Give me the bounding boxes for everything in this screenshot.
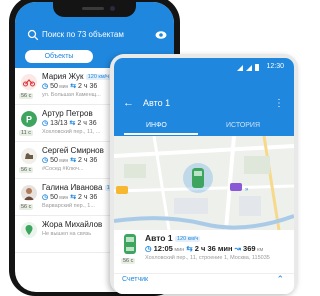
object-name: Сергей Смирнов bbox=[42, 146, 104, 155]
object-name: Жора Михайлов bbox=[42, 220, 103, 229]
parking-icon: P bbox=[21, 111, 37, 127]
tab-history[interactable]: ИСТОРИЯ bbox=[226, 122, 260, 129]
object-info: ◷ 50 мин ⇆ 2 ч 36 bbox=[42, 194, 98, 201]
active-tab-indicator bbox=[124, 133, 198, 135]
tab-objects[interactable]: Объекты bbox=[25, 50, 93, 63]
motorcycle-icon bbox=[21, 74, 37, 90]
phone-notch bbox=[53, 2, 136, 17]
object-info: ◷ 13/13 ⇆ 2 ч 36 bbox=[42, 120, 97, 127]
object-name: Галина Иванова 120 bbox=[42, 183, 118, 192]
object-detail-screen: 12:30 ← Авто 1 ⋮ ИНФО ИСТОРИЯ » 56 с Авт… bbox=[114, 58, 294, 294]
chevron-up-icon[interactable]: ⌃ bbox=[276, 274, 284, 285]
age-badge: 56 с bbox=[19, 93, 34, 99]
dog-icon bbox=[21, 148, 37, 164]
back-arrow-icon[interactable]: ← bbox=[123, 97, 134, 109]
object-address: Хохловский пер., 11, ... bbox=[42, 129, 101, 135]
age-badge: 56 с bbox=[19, 204, 34, 210]
vehicle-marker bbox=[192, 168, 204, 188]
eye-icon[interactable] bbox=[155, 30, 167, 40]
object-name: Авто 1 120 км/ч bbox=[145, 233, 201, 243]
age-badge: 11 с bbox=[19, 130, 33, 136]
object-card[interactable]: 56 с Авто 1 120 км/ч ◷ 12:05 мин ⇆ 2 ч 3… bbox=[114, 230, 294, 294]
status-time: 12:30 bbox=[266, 63, 284, 70]
age-badge: 56 с bbox=[19, 167, 34, 173]
tab-info[interactable]: ИНФО bbox=[146, 122, 167, 129]
speed-badge: 120 км/ч bbox=[85, 74, 112, 80]
counter-section[interactable]: Счетчик bbox=[122, 276, 148, 283]
divider bbox=[114, 273, 294, 274]
car-icon bbox=[124, 234, 136, 254]
search-icon bbox=[27, 29, 39, 41]
vehicle-marker bbox=[116, 186, 128, 194]
front-camera bbox=[110, 6, 115, 11]
map-view[interactable]: » bbox=[114, 136, 294, 230]
speaker-grille bbox=[82, 7, 104, 10]
object-tags: #Сосед #Ключ... bbox=[42, 166, 84, 172]
speed-badge: 120 км/ч bbox=[174, 236, 201, 242]
object-name: Артур Петров bbox=[42, 109, 93, 118]
status-icons bbox=[237, 64, 259, 71]
location-pin-icon bbox=[21, 222, 37, 238]
age-badge: 56 с bbox=[121, 258, 136, 264]
object-address: Хохловский пер., 11, строение 1, Москва,… bbox=[145, 255, 270, 261]
object-info: ◷ 50 мин ⇆ 2 ч 36 bbox=[42, 157, 98, 164]
more-vert-icon[interactable]: ⋮ bbox=[274, 98, 284, 109]
object-status: Не вышел на связь bbox=[42, 231, 92, 237]
object-address: ул. Большая Каменщ... bbox=[42, 92, 101, 98]
object-info: ◷ 50 мин ⇆ 2 ч 36 bbox=[42, 83, 98, 90]
object-stats: ◷ 12:05 мин ⇆ 2 ч 36 мин ↝ 369 км bbox=[145, 244, 264, 253]
search-bar[interactable]: Поиск по 73 объектам bbox=[27, 28, 167, 43]
android-device: 12:30 ← Авто 1 ⋮ ИНФО ИСТОРИЯ » 56 с Авт… bbox=[110, 54, 298, 294]
detail-header: 12:30 ← Авто 1 ⋮ ИНФО ИСТОРИЯ bbox=[114, 58, 294, 136]
object-address: Варварский пер., 1... bbox=[42, 203, 95, 209]
object-name: Мария Жук 120 км/ч bbox=[42, 72, 112, 81]
svg-text:P: P bbox=[26, 115, 32, 125]
search-input[interactable]: Поиск по 73 объектам bbox=[42, 30, 124, 39]
person-avatar-icon bbox=[21, 185, 37, 201]
page-title: Авто 1 bbox=[143, 98, 171, 108]
